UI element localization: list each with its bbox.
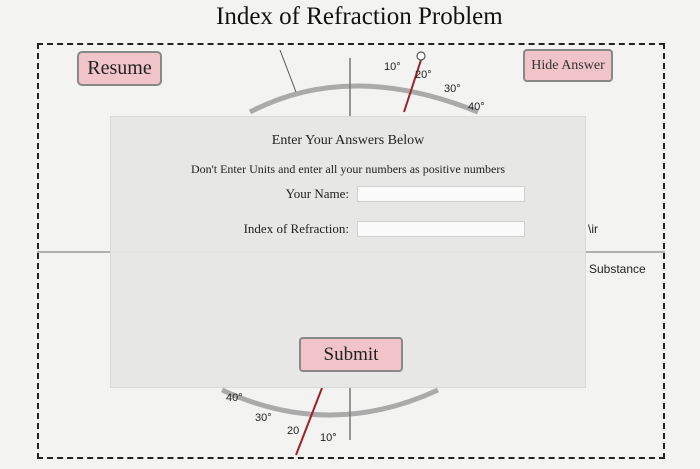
answer-dialog: Enter Your Answers Below Don't Enter Uni… — [110, 116, 586, 388]
dialog-heading: Enter Your Answers Below — [271, 133, 425, 148]
resume-button[interactable]: Resume — [77, 51, 162, 86]
index-of-refraction-label: Index of Refraction: — [243, 221, 349, 236]
angle-label-30-top: 30° — [444, 83, 461, 95]
submit-button[interactable]: Submit — [299, 337, 403, 372]
refracted-ray — [295, 387, 323, 456]
dialog-note: Don't Enter Units and enter all your num… — [190, 162, 506, 176]
angle-label-30-bottom: 30° — [255, 412, 272, 424]
angle-label-20-bottom: 20 — [287, 425, 300, 437]
ray-handle — [416, 51, 426, 61]
hide-answer-button[interactable]: Hide Answer — [523, 49, 613, 82]
air-label: \ir — [588, 222, 598, 236]
angle-label-40-bottom: 40° — [226, 392, 243, 404]
angle-label-10-top: 10° — [384, 61, 401, 73]
angle-label-40-top: 40° — [468, 101, 485, 113]
incident-ray — [403, 59, 422, 113]
angle-label-20-top: 20° — [415, 69, 432, 81]
top-tick-line — [279, 49, 297, 93]
index-of-refraction-input[interactable] — [357, 221, 525, 237]
substance-label: Substance — [589, 262, 646, 276]
name-input[interactable] — [357, 186, 525, 202]
name-label: Your Name: — [285, 186, 349, 201]
angle-label-10-bottom: 10° — [320, 432, 337, 444]
